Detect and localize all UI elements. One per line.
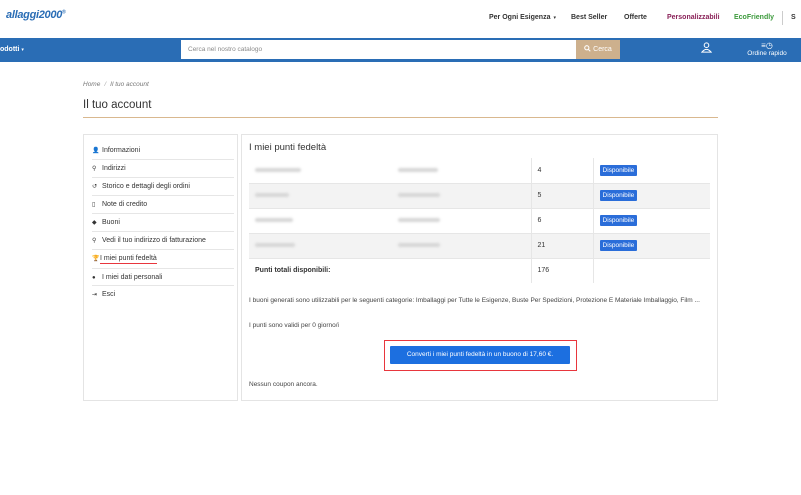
sidebar-item-fatturazione[interactable]: ⚲ Vedi il tuo indirizzo di fatturazione (92, 232, 234, 250)
top-nav: Per Ogni Esigenza ▾ Best Seller Offerte P… (0, 11, 801, 25)
quick-order-icon: ≡◷ (761, 41, 773, 50)
sidebar-item-buoni[interactable]: ◆ Buoni (92, 214, 234, 232)
table-row: 21 Disponibile (249, 232, 710, 258)
no-coupon-text: Nessun coupon ancora. (249, 381, 318, 388)
points-table: 4 Disponibile 5 Disponibile 6 Disponibil… (249, 158, 710, 283)
map-marker-icon: ⚲ (92, 238, 97, 244)
status-badge: Disponibile (599, 164, 638, 176)
nav-offerte[interactable]: Offerte (624, 14, 647, 21)
products-menu[interactable]: odotti ▾ (0, 46, 24, 53)
status-badge: Disponibile (599, 215, 638, 226)
user-icon[interactable] (700, 42, 713, 55)
sidebar-item-dati-personali[interactable]: ● I miei dati personali (92, 268, 234, 286)
search-button[interactable]: Cerca (576, 40, 620, 59)
sidebar-item-esci[interactable]: ⇥ Esci (92, 286, 234, 304)
loyalty-points-panel: I miei punti fedeltà 4 Disponibile 5 Dis… (241, 134, 718, 401)
sidebar-item-punti-fedelta[interactable]: 🏆I miei punti fedeltà (92, 250, 234, 268)
quick-order-button[interactable]: ≡◷ Ordine rapido (742, 41, 792, 57)
trophy-icon: 🏆 (92, 256, 100, 262)
redacted-text (255, 243, 295, 247)
nav-best-seller[interactable]: Best Seller (571, 14, 607, 21)
voucher-categories-info: I buoni generati sono utilizzabili per l… (249, 297, 700, 304)
redacted-text (398, 218, 440, 222)
main-bar: odotti ▾ Cerca ≡◷ Ordine rapido (0, 38, 801, 62)
total-label: Punti totali disponibili: (249, 257, 531, 283)
tag-icon: ◆ (92, 220, 97, 226)
breadcrumb-current: Il tuo account (110, 81, 149, 88)
title-divider (83, 117, 718, 118)
redacted-text (255, 193, 289, 197)
table-row: 5 Disponibile (249, 182, 710, 208)
sign-out-icon: ⇥ (92, 292, 98, 298)
sidebar-item-informazioni[interactable]: 👤 Informazioni (92, 142, 234, 160)
user-icon: 👤 (92, 148, 100, 154)
page-title: Il tuo account (83, 99, 152, 111)
redacted-text (398, 193, 440, 197)
redacted-text (398, 243, 440, 247)
table-row: 4 Disponibile (249, 158, 710, 183)
redacted-text (255, 218, 293, 222)
chevron-down-icon: ▾ (21, 47, 24, 53)
convert-highlight: Converti i miei punti fedeltà in un buon… (384, 340, 577, 371)
search-input[interactable] (181, 40, 577, 59)
nav-more[interactable]: S (791, 14, 796, 21)
sidebar-item-note-credito[interactable]: ▯ Note di credito (92, 196, 234, 214)
breadcrumb-home[interactable]: Home (83, 81, 100, 88)
total-value: 176 (530, 257, 593, 283)
points-value: 6 (530, 207, 593, 233)
points-value: 21 (530, 232, 593, 258)
chevron-down-icon: ▾ (553, 15, 556, 21)
status-badge: Disponibile (599, 240, 638, 251)
top-header: allaggi2000® Per Ogni Esigenza ▾ Best Sel… (0, 0, 801, 36)
points-validity-info: I punti sono validi per 0 giorno/i (249, 322, 339, 329)
map-marker-icon: ⚲ (92, 166, 97, 172)
points-value: 4 (530, 158, 593, 183)
section-title: I miei punti fedeltà (249, 142, 327, 153)
sidebar-item-indirizzi[interactable]: ⚲ Indirizzi (92, 160, 234, 178)
status-badge: Disponibile (599, 190, 638, 201)
file-icon: ▯ (92, 202, 96, 208)
total-row: Punti totali disponibili: 176 (249, 257, 710, 283)
nav-per-ogni-esigenza[interactable]: Per Ogni Esigenza ▾ (489, 14, 556, 21)
points-value: 5 (530, 182, 593, 208)
table-row: 6 Disponibile (249, 207, 710, 233)
history-icon: ↺ (92, 184, 98, 190)
breadcrumb: Home / Il tuo account (83, 81, 149, 88)
account-sidebar: 👤 Informazioni ⚲ Indirizzi ↺ Storico e dett… (83, 134, 238, 401)
convert-points-button[interactable]: Converti i miei punti fedeltà in un buon… (390, 346, 570, 364)
redacted-text (255, 167, 301, 172)
redacted-text (398, 167, 438, 172)
sidebar-item-storico-ordini[interactable]: ↺ Storico e dettagli degli ordini (92, 178, 234, 196)
search-icon (584, 45, 591, 52)
nav-ecofriendly[interactable]: EcoFriendly (734, 14, 774, 21)
nav-personalizzabili[interactable]: Personalizzabili (667, 14, 720, 21)
user-secret-icon: ● (92, 275, 96, 281)
nav-divider (782, 11, 783, 25)
